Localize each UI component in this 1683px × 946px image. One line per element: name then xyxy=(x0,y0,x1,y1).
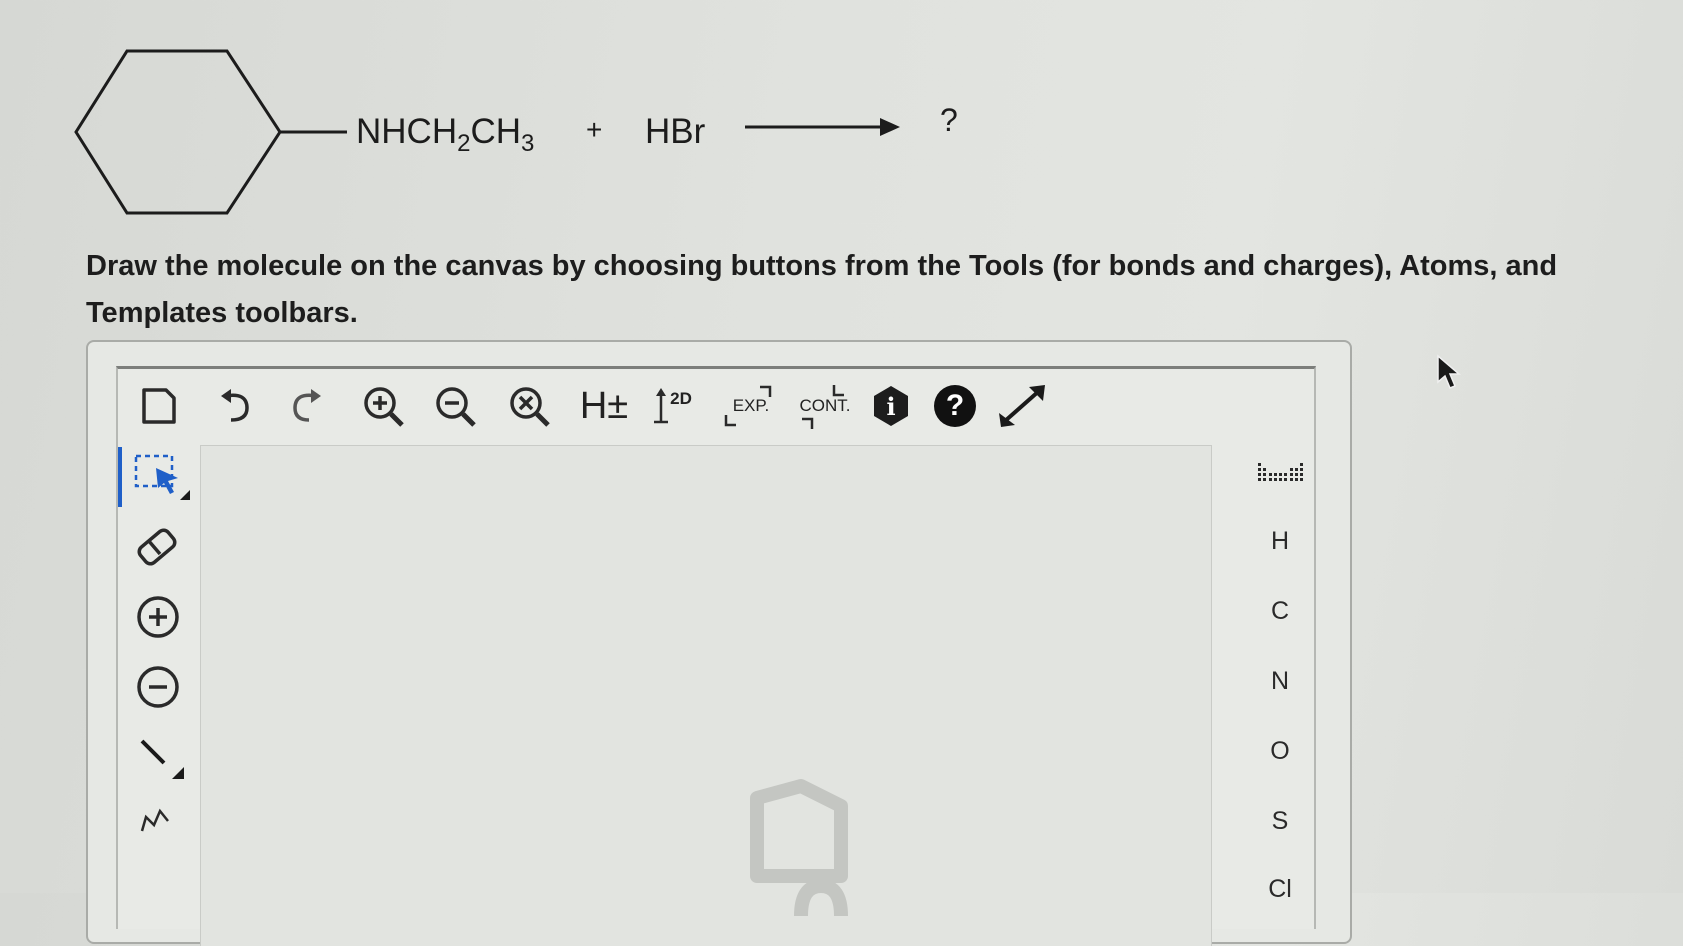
toggle-hydrogens-button[interactable]: H± xyxy=(576,383,632,429)
zoom-reset-icon xyxy=(510,387,550,427)
mouse-pointer-icon xyxy=(1437,354,1462,389)
atoms-toolbar: H C N O S Cl xyxy=(1248,445,1312,945)
redo-icon xyxy=(293,389,321,422)
template-ghost-icon xyxy=(750,779,848,917)
negative-charge-button[interactable] xyxy=(128,657,188,717)
eraser-icon xyxy=(137,528,177,566)
new-document-button[interactable] xyxy=(136,383,182,429)
clean-2d-label: 2D xyxy=(670,389,692,408)
positive-charge-button[interactable] xyxy=(128,587,188,647)
positive-charge-icon xyxy=(137,596,179,638)
left-toolbar xyxy=(118,445,198,945)
single-bond-button[interactable] xyxy=(128,727,188,787)
zoom-out-icon xyxy=(436,387,476,427)
chain-icon xyxy=(140,808,169,832)
atom-o-button[interactable]: O xyxy=(1248,737,1312,766)
drawing-canvas[interactable] xyxy=(200,445,1212,946)
undo-icon xyxy=(221,389,249,422)
expand-label: EXP. xyxy=(732,396,770,415)
atom-cl-button[interactable]: Cl xyxy=(1248,875,1312,904)
info-label: i xyxy=(886,391,896,421)
new-document-icon xyxy=(142,388,176,424)
periodic-table-button[interactable] xyxy=(1248,459,1312,500)
atom-n-button[interactable]: N xyxy=(1248,667,1312,696)
contract-label: CONT. xyxy=(799,396,851,415)
expand-button[interactable]: EXP. xyxy=(722,383,780,429)
chain-tool-button[interactable] xyxy=(128,791,188,851)
eraser-tool-button[interactable] xyxy=(128,517,188,577)
molecule-editor: H± 2D EXP. CONT. i ? H C N O S Cl xyxy=(116,366,1316,946)
negative-charge-icon xyxy=(137,666,179,708)
zoom-reset-button[interactable] xyxy=(504,383,558,429)
zoom-in-icon xyxy=(364,387,404,427)
selection-icon xyxy=(134,454,190,500)
clean-2d-button[interactable]: 2D xyxy=(648,383,698,429)
reagent: HBr xyxy=(645,112,706,151)
undo-button[interactable] xyxy=(214,383,260,429)
zoom-out-button[interactable] xyxy=(430,383,484,429)
help-label: ? xyxy=(945,389,965,422)
clean-2d-arrow-icon xyxy=(654,388,669,424)
product-unknown: ? xyxy=(940,102,958,138)
selection-tool-button[interactable] xyxy=(118,447,198,507)
single-bond-icon xyxy=(140,739,184,779)
contract-button[interactable]: CONT. xyxy=(794,383,856,429)
help-button[interactable]: ? xyxy=(930,383,980,429)
zoom-in-button[interactable] xyxy=(358,383,412,429)
plus-sign: + xyxy=(586,114,603,145)
atom-s-button[interactable]: S xyxy=(1248,807,1312,836)
atom-h-button[interactable]: H xyxy=(1248,527,1312,556)
info-button[interactable]: i xyxy=(868,383,914,429)
periodic-table-icon xyxy=(1258,463,1303,481)
reaction-scheme: NHCH2CH3 + HBr ? xyxy=(0,0,1000,230)
redo-button[interactable] xyxy=(284,383,330,429)
fullscreen-icon xyxy=(999,385,1045,427)
top-toolbar: H± 2D EXP. CONT. i ? xyxy=(118,369,1314,439)
atom-c-button[interactable]: C xyxy=(1248,597,1312,626)
reactant-substituent: NHCH2CH3 xyxy=(356,112,535,157)
fullscreen-button[interactable] xyxy=(994,383,1050,429)
instructions-text: Draw the molecule on the canvas by choos… xyxy=(86,250,1558,329)
